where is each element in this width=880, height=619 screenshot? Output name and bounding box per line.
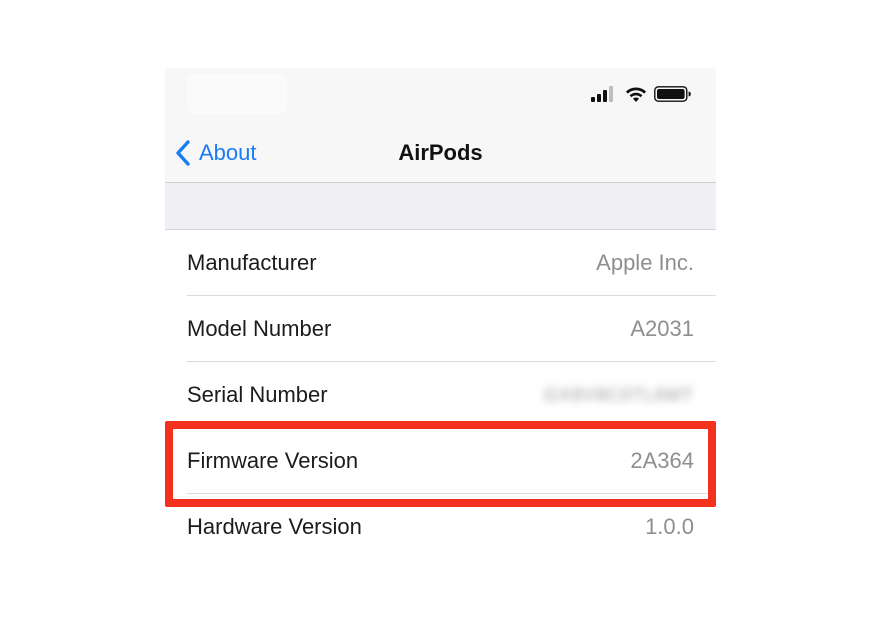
wifi-icon xyxy=(626,87,646,102)
row-value: 1.0.0 xyxy=(645,514,694,539)
row-label: Hardware Version xyxy=(187,514,362,539)
signal-icon xyxy=(591,86,613,102)
row-value: 2A364 xyxy=(630,448,694,473)
section-spacer xyxy=(165,183,716,230)
settings-screen: About AirPods Manufacturer Apple Inc. Mo… xyxy=(165,68,716,619)
list-item-hardware-version: Hardware Version 1.0.0 xyxy=(165,494,716,560)
row-value: A2031 xyxy=(630,316,694,341)
row-label: Model Number xyxy=(187,316,332,341)
navigation-bar: About AirPods xyxy=(165,68,716,183)
status-bar-icons xyxy=(591,84,696,104)
row-value: Apple Inc. xyxy=(596,250,694,275)
row-label: Manufacturer xyxy=(187,250,317,275)
row-value-redacted: GX8V8C0TL6MT xyxy=(543,385,694,405)
info-list: Manufacturer Apple Inc. Model Number A20… xyxy=(165,230,716,560)
list-item-firmware-version: Firmware Version 2A364 xyxy=(165,428,716,494)
page-title: AirPods xyxy=(398,140,483,165)
status-bar-redaction xyxy=(187,74,287,114)
battery-icon xyxy=(654,86,691,102)
list-item-manufacturer: Manufacturer Apple Inc. xyxy=(165,230,716,296)
screenshot-canvas: About AirPods Manufacturer Apple Inc. Mo… xyxy=(0,0,880,619)
list-item-model-number: Model Number A2031 xyxy=(165,296,716,362)
list-item-serial-number: Serial Number GX8V8C0TL6MT xyxy=(165,362,716,428)
row-label: Firmware Version xyxy=(187,448,359,473)
row-label: Serial Number xyxy=(187,382,328,407)
